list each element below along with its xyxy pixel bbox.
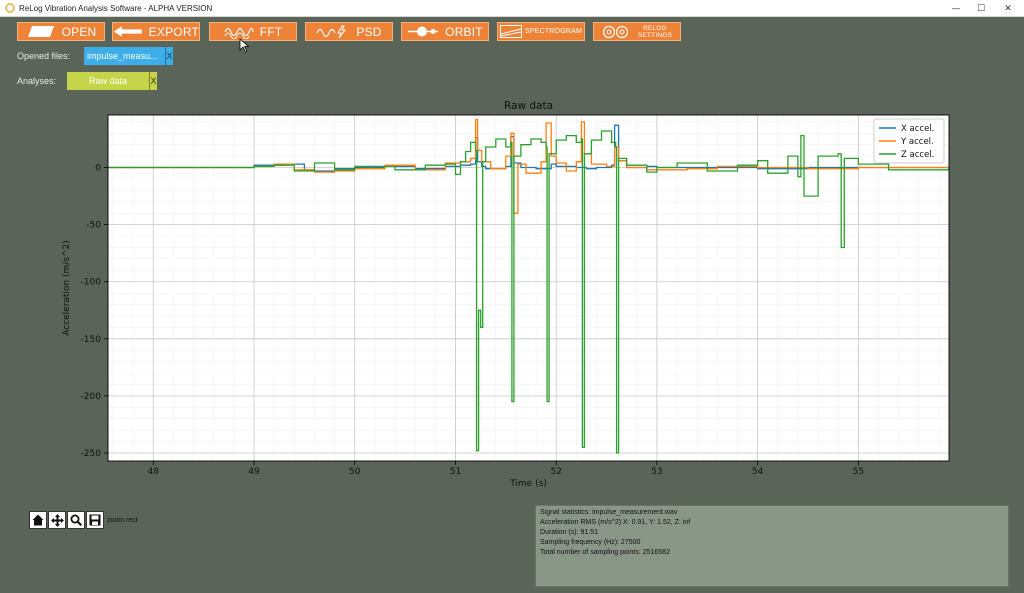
zoom-button[interactable] xyxy=(67,511,85,529)
stats-line-sampling-frequency: Sampling frequency (Hz): 27500 xyxy=(540,539,641,546)
x-tick-label: 50 xyxy=(349,467,361,477)
nav-mode-label: zoom rect xyxy=(107,516,138,524)
y-tick-label: 0 xyxy=(95,164,101,174)
y-tick-label: -200 xyxy=(81,392,102,402)
home-icon xyxy=(32,514,44,526)
x-tick-label: 51 xyxy=(450,467,461,477)
signal-statistics-panel: Signal statistics: impulse_measurement.w… xyxy=(535,505,1009,587)
x-axis-label: Time (s) xyxy=(509,479,547,489)
y-axis-label: Acceleration (m/s^2) xyxy=(62,240,72,336)
stats-line-rms: Acceleration RMS (m/s^2) X: 0.91, Y: 1.5… xyxy=(540,519,691,526)
legend-entry: Z accel. xyxy=(901,150,934,160)
legend-entry: X accel. xyxy=(901,124,934,134)
y-tick-label: -50 xyxy=(86,221,101,231)
stats-line-duration: Duration (s): 91.51 xyxy=(540,529,598,536)
stats-line-file: Signal statistics: impulse_measurement.w… xyxy=(540,509,678,516)
y-tick-label: -100 xyxy=(81,278,102,288)
x-tick-label: 49 xyxy=(248,467,260,477)
y-tick-label: -150 xyxy=(81,335,102,345)
pan-button[interactable] xyxy=(48,511,66,529)
y-tick-label: -250 xyxy=(81,449,102,459)
move-arrows-icon xyxy=(50,513,64,527)
x-tick-label: 52 xyxy=(550,467,561,477)
x-tick-label: 53 xyxy=(651,467,662,477)
legend-entry: Y accel. xyxy=(900,137,934,147)
plot-nav-toolbar: zoom rect xyxy=(29,511,138,529)
magnifier-icon xyxy=(70,514,82,526)
save-figure-button[interactable] xyxy=(86,511,104,529)
x-tick-label: 54 xyxy=(752,467,764,477)
mouse-cursor-icon xyxy=(239,38,250,53)
chart-title: Raw data xyxy=(504,100,553,112)
x-tick-label: 48 xyxy=(148,467,160,477)
stats-line-total-points: Total number of sampling points: 2516582 xyxy=(540,549,670,556)
x-tick-label: 55 xyxy=(853,467,864,477)
floppy-disk-icon xyxy=(89,514,101,526)
home-button[interactable] xyxy=(29,511,47,529)
